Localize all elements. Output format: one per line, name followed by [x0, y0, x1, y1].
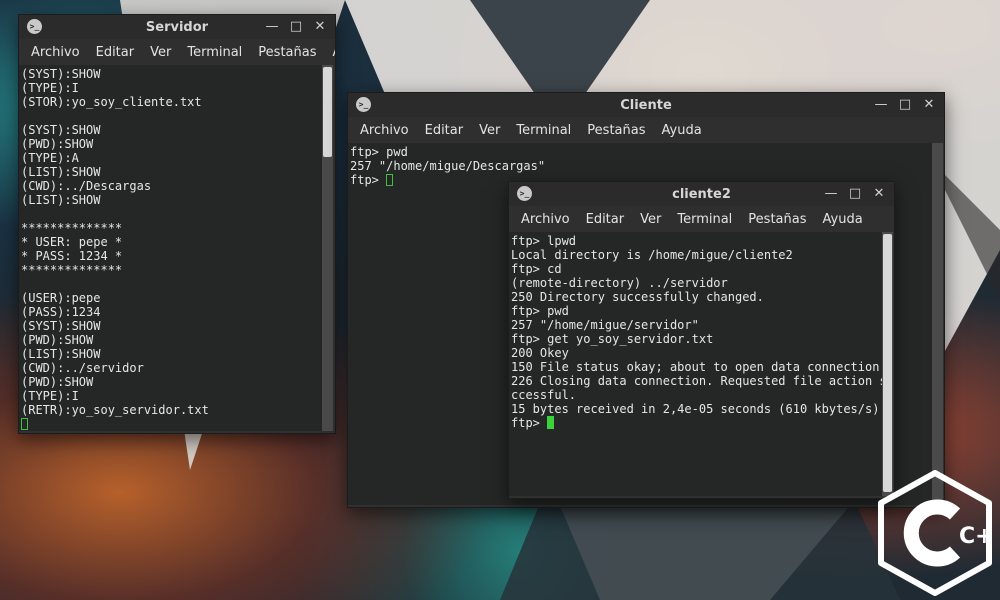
terminal-icon: >_ — [27, 19, 42, 34]
terminal-line: ftp> cd — [511, 262, 562, 276]
menu-pestanas[interactable]: Pestañas — [740, 212, 814, 227]
menu-ver[interactable]: Ver — [471, 123, 508, 138]
window-cliente2[interactable]: >_ cliente2 — □ ✕ Archivo Editar Ver Ter… — [508, 181, 895, 499]
maximize-icon[interactable]: □ — [898, 96, 912, 114]
menubar-servidor: Archivo Editar Ver Terminal Pestañas Ayu… — [19, 39, 335, 65]
terminal-line: (PWD):SHOW — [21, 375, 94, 389]
terminal-line: (TYPE):A — [21, 151, 79, 165]
menu-ver[interactable]: Ver — [632, 212, 669, 227]
menu-archivo[interactable]: Archivo — [513, 212, 578, 227]
menu-editar[interactable]: Editar — [417, 123, 472, 138]
menubar-cliente2: Archivo Editar Ver Terminal Pestañas Ayu… — [509, 206, 894, 232]
terminal-cursor — [386, 174, 394, 186]
maximize-icon[interactable]: □ — [848, 185, 862, 203]
scrollbar-servidor[interactable] — [322, 65, 333, 431]
window-title: Cliente — [620, 97, 672, 113]
terminal-line: 257 "/home/migue/servidor" — [511, 318, 699, 332]
minimize-icon[interactable]: — — [824, 185, 838, 203]
terminal-line: (CWD):../servidor — [21, 361, 144, 375]
terminal-line: ************** — [21, 263, 123, 277]
window-title: cliente2 — [672, 186, 731, 202]
terminal-line: (RETR):yo_soy_servidor.txt — [21, 403, 209, 417]
terminal-line: 150 File status okay; about to open data… — [511, 360, 882, 374]
terminal-prompt: ftp> — [350, 173, 387, 187]
terminal-cursor — [547, 416, 555, 429]
terminal-line: 257 "/home/migue/Descargas" — [350, 159, 546, 173]
terminal-cursor — [21, 418, 28, 430]
minimize-icon[interactable]: — — [265, 18, 279, 36]
menu-editar[interactable]: Editar — [88, 45, 143, 60]
terminal-line: (USER):pepe — [21, 291, 101, 305]
menu-pestanas[interactable]: Pestañas — [579, 123, 653, 138]
terminal-line: (CWD):../Descargas — [21, 179, 152, 193]
menu-ayuda[interactable]: Ayuda — [815, 212, 871, 227]
scrollbar-cliente[interactable] — [932, 143, 943, 505]
close-icon[interactable]: ✕ — [313, 18, 327, 36]
terminal-cursor-line — [21, 417, 320, 431]
menu-editar[interactable]: Editar — [578, 212, 633, 227]
titlebar-servidor[interactable]: >_ Servidor — □ ✕ — [19, 15, 335, 39]
cpp-logo: C++ — [878, 470, 993, 596]
minimize-icon[interactable]: — — [874, 96, 888, 114]
window-servidor[interactable]: >_ Servidor — □ ✕ Archivo Editar Ver Ter… — [18, 14, 336, 434]
terminal-line: ftp> get yo_soy_servidor.txt — [511, 332, 714, 346]
terminal-line: (PWD):SHOW — [21, 137, 94, 151]
terminal-line: (PWD):SHOW — [21, 333, 94, 347]
terminal-icon: >_ — [517, 186, 532, 201]
terminal-line: (TYPE):I — [21, 81, 79, 95]
menu-pestanas[interactable]: Pestañas — [250, 45, 324, 60]
terminal-prompt-line: ftp> — [511, 416, 880, 430]
terminal-line: (remote-directory) ../servidor — [511, 276, 728, 290]
terminal-line: 15 bytes received in 2,4e-05 seconds (61… — [511, 402, 880, 416]
terminal-line: 200 Okey — [511, 346, 569, 360]
cpp-logo-text: C++ — [959, 524, 993, 549]
titlebar-cliente[interactable]: >_ Cliente — □ ✕ — [348, 93, 944, 117]
terminal-line: (TYPE):I — [21, 389, 79, 403]
menu-archivo[interactable]: Archivo — [23, 45, 88, 60]
menu-ayuda[interactable]: Ayuda — [325, 45, 336, 60]
terminal-icon: >_ — [356, 97, 371, 112]
close-icon[interactable]: ✕ — [922, 96, 936, 114]
terminal-line: ftp> pwd — [350, 145, 408, 159]
terminal-line: ************** — [21, 221, 123, 235]
terminal-line: (PASS):1234 — [21, 305, 101, 319]
window-title: Servidor — [145, 19, 209, 35]
terminal-line: ccessful. — [511, 388, 577, 402]
terminal-line: * PASS: 1234 * — [21, 249, 123, 263]
terminal-line: * USER: pepe * — [21, 235, 123, 249]
menu-ver[interactable]: Ver — [142, 45, 179, 60]
terminal-output-cliente2[interactable]: ftp> lpwd Local directory is /home/migue… — [509, 232, 882, 496]
terminal-line: (STOR):yo_soy_cliente.txt — [21, 95, 202, 109]
terminal-line: (SYST):SHOW — [21, 319, 101, 333]
terminal-line: Local directory is /home/migue/cliente2 — [511, 248, 793, 262]
scrollbar-thumb[interactable] — [883, 234, 892, 492]
menu-archivo[interactable]: Archivo — [352, 123, 417, 138]
scrollbar-thumb[interactable] — [323, 67, 332, 157]
close-icon[interactable]: ✕ — [872, 185, 886, 203]
menu-terminal[interactable]: Terminal — [179, 45, 250, 60]
terminal-output-servidor[interactable]: (SYST):SHOW (TYPE):I (STOR):yo_soy_clien… — [19, 65, 322, 431]
terminal-line: (LIST):SHOW — [21, 347, 101, 361]
terminal-line: 250 Directory successfully changed. — [511, 290, 764, 304]
menu-ayuda[interactable]: Ayuda — [654, 123, 710, 138]
terminal-line: ftp> lpwd — [511, 234, 577, 248]
terminal-line: (LIST):SHOW — [21, 165, 101, 179]
terminal-line: (SYST):SHOW — [21, 123, 101, 137]
scrollbar-cliente2[interactable] — [882, 232, 893, 496]
menu-terminal[interactable]: Terminal — [669, 212, 740, 227]
menubar-cliente: Archivo Editar Ver Terminal Pestañas Ayu… — [348, 117, 944, 143]
terminal-line: 226 Closing data connection. Requested f… — [511, 374, 882, 388]
terminal-line: (LIST):SHOW — [21, 193, 101, 207]
terminal-line: ftp> pwd — [511, 304, 569, 318]
maximize-icon[interactable]: □ — [289, 18, 303, 36]
terminal-line: (SYST):SHOW — [21, 67, 101, 81]
menu-terminal[interactable]: Terminal — [508, 123, 579, 138]
titlebar-cliente2[interactable]: >_ cliente2 — □ ✕ — [509, 182, 894, 206]
terminal-prompt: ftp> — [511, 416, 548, 430]
